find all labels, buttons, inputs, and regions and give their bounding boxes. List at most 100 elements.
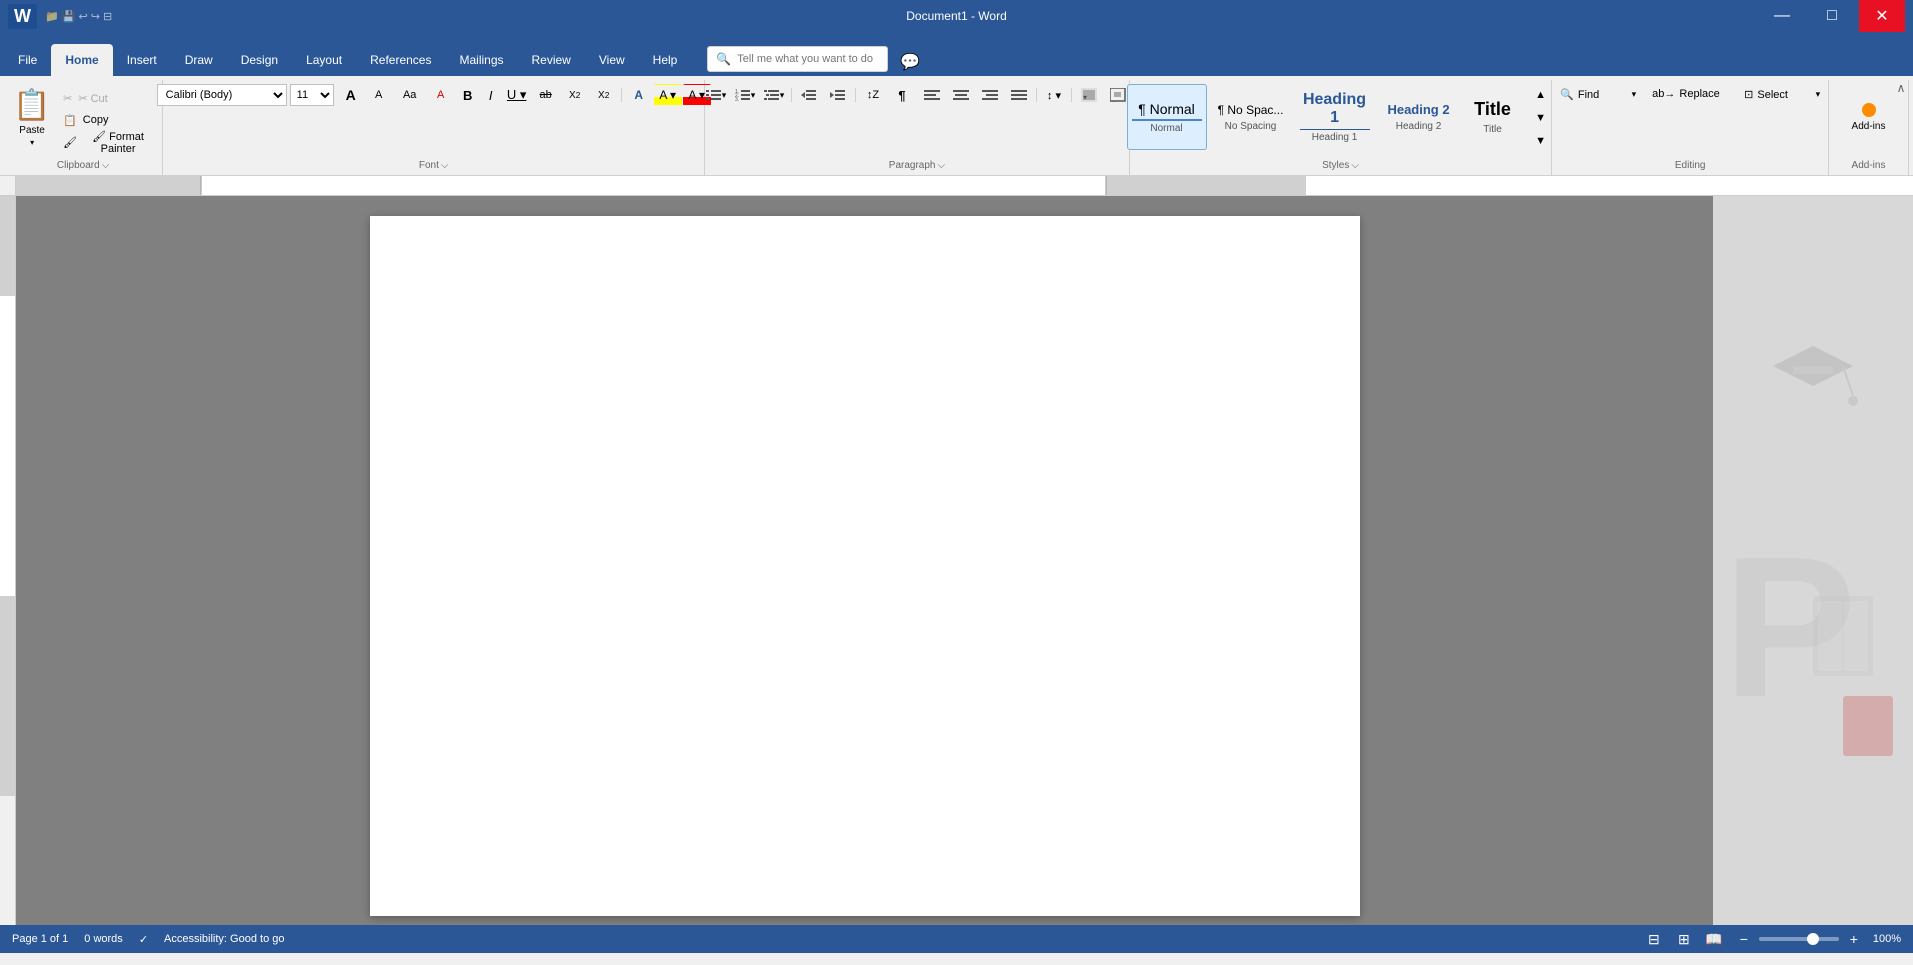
tell-me-box[interactable]: 🔍 (707, 46, 888, 72)
text-effects-button[interactable]: A (625, 84, 653, 106)
para-divider-4 (1071, 88, 1072, 102)
document-content[interactable] (450, 296, 1280, 896)
font-name-select[interactable]: Calibri (Body) (157, 84, 287, 106)
style-no-spacing[interactable]: ¶ No Spac... No Spacing (1211, 84, 1291, 150)
tab-file[interactable]: File (4, 44, 51, 76)
superscript-button[interactable]: X2 (590, 84, 618, 106)
comment-icon-area: 💬 (900, 52, 920, 72)
title-bar-controls: — □ ✕ (1759, 0, 1905, 32)
word-count: 0 words (84, 933, 123, 945)
decrease-indent-button[interactable] (795, 84, 823, 106)
strikethrough-button[interactable]: ab (532, 84, 560, 106)
style-normal[interactable]: ¶ Normal Normal (1127, 84, 1207, 150)
styles-expand-button[interactable]: ▼ (1527, 130, 1555, 152)
ribbon-collapse-button[interactable]: ∧ (1893, 80, 1909, 96)
styles-expand-icon[interactable]: ⌵ (1351, 160, 1359, 171)
font-expand-icon[interactable]: ⌵ (441, 160, 449, 171)
word-logo-icon: W (8, 4, 37, 29)
style-title[interactable]: Title Title (1463, 84, 1523, 150)
tab-layout[interactable]: Layout (292, 44, 356, 76)
spell-check-icon: ✓ (139, 933, 148, 946)
para-row-1: ▾ 1.2.3. ▾ ▾ ↕Z ¶ (702, 84, 916, 106)
font-shrink-button[interactable]: A (365, 84, 393, 106)
sort-button[interactable]: ↕Z (859, 84, 887, 106)
italic-button[interactable]: I (480, 84, 502, 106)
paragraph-expand-icon[interactable]: ⌵ (938, 160, 946, 171)
document-page[interactable] (370, 216, 1360, 916)
font-content: Calibri (Body) 11 A A Aa A B I U ▾ ab X2… (157, 80, 711, 158)
multilevel-list-button[interactable]: ▾ (760, 84, 788, 106)
ribbon-tabs: File Home Insert Draw Design Layout Refe… (0, 32, 1913, 76)
increase-indent-button[interactable] (824, 84, 852, 106)
change-case-button[interactable]: Aa (396, 84, 424, 106)
format-painter-button[interactable]: 🖌 🖌 Format Painter (58, 132, 158, 152)
document-area[interactable] (16, 196, 1713, 925)
zoom-in-button[interactable]: + (1843, 928, 1865, 950)
addins-button[interactable]: Add-ins (1839, 84, 1899, 150)
zoom-out-button[interactable]: − (1733, 928, 1755, 950)
bullets-button[interactable]: ▾ (702, 84, 730, 106)
zoom-slider[interactable] (1759, 937, 1839, 941)
replace-button[interactable]: ab→ Replace (1645, 84, 1735, 104)
numbering-button[interactable]: 1.2.3. ▾ (731, 84, 759, 106)
ruler-area (0, 176, 1913, 196)
style-heading2[interactable]: Heading 2 Heading 2 (1379, 84, 1459, 150)
subscript-button[interactable]: X2 (561, 84, 589, 106)
copy-button[interactable]: 📋 Copy (58, 110, 158, 130)
clear-formatting-button[interactable]: A (427, 84, 455, 106)
font-size-select[interactable]: 11 (290, 84, 334, 106)
title-text: Document1 - Word (906, 9, 1006, 23)
styles-scroll-up-button[interactable]: ▲ (1527, 84, 1555, 106)
underline-button[interactable]: U ▾ (503, 84, 531, 106)
tab-insert[interactable]: Insert (113, 44, 171, 76)
font-size-buttons: A A (337, 84, 393, 106)
title-bar: W 📁 💾 ↩ ↪ ⊟ Document1 - Word — □ ✕ (0, 0, 1913, 32)
tell-me-input[interactable] (737, 53, 879, 65)
find-button[interactable]: 🔍 Find ▾ (1553, 84, 1643, 105)
web-layout-view-button[interactable]: ⊞ (1673, 928, 1695, 950)
select-button[interactable]: ⊡ Select ▾ (1737, 84, 1827, 105)
minimize-button[interactable]: — (1759, 0, 1805, 32)
paste-button[interactable]: 📋 Paste ▾ (8, 84, 56, 150)
styles-scroll-down-button[interactable]: ▼ (1527, 107, 1555, 129)
tab-review[interactable]: Review (518, 44, 585, 76)
shading-button[interactable]: ▾ (1075, 84, 1103, 106)
para-divider-2 (855, 88, 856, 102)
styles-content: ¶ Normal Normal ¶ No Spac... No Spacing … (1127, 80, 1555, 158)
cut-button[interactable]: ✂ ✂ Cut (58, 88, 158, 108)
highlight-color-button[interactable]: A ▾ (654, 84, 682, 106)
align-center-button[interactable] (947, 84, 975, 106)
maximize-button[interactable]: □ (1809, 0, 1855, 32)
svg-text:▾: ▾ (1112, 99, 1116, 102)
tab-design[interactable]: Design (227, 44, 292, 76)
style-heading1[interactable]: Heading 1 Heading 1 (1295, 84, 1375, 150)
clipboard-expand-icon[interactable]: ⌵ (102, 160, 110, 171)
font-grow-button[interactable]: A (337, 84, 365, 106)
align-right-button[interactable] (976, 84, 1004, 106)
align-left-button[interactable] (918, 84, 946, 106)
zoom-slider-thumb[interactable] (1807, 933, 1819, 945)
editing-content: 🔍 Find ▾ ab→ Replace ⊡ Select ▾ (1553, 80, 1827, 158)
tell-me-container: 🔍 (707, 46, 888, 72)
tab-mailings[interactable]: Mailings (445, 44, 517, 76)
format-painter-icon: 🖌 (63, 136, 77, 149)
editing-group-label: Editing (1560, 158, 1820, 175)
print-layout-view-button[interactable]: ⊟ (1643, 928, 1665, 950)
tab-draw[interactable]: Draw (171, 44, 227, 76)
clipboard-content: 📋 Paste ▾ ✂ ✂ Cut 📋 Copy 🖌 🖌 Format Pain… (8, 80, 158, 158)
justify-button[interactable] (1005, 84, 1033, 106)
clipboard-group-label: Clipboard ⌵ (12, 158, 154, 175)
style-heading2-preview: Heading 2 (1387, 102, 1449, 117)
tab-home[interactable]: Home (51, 44, 112, 76)
show-hide-button[interactable]: ¶ (888, 84, 916, 106)
bold-button[interactable]: B (457, 84, 479, 106)
tab-view[interactable]: View (585, 44, 639, 76)
zoom-level: 100% (1873, 933, 1901, 945)
line-spacing-button[interactable]: ↕ ▾ (1040, 84, 1068, 106)
comment-icon[interactable]: 💬 (900, 52, 920, 72)
tab-references[interactable]: References (356, 44, 445, 76)
tab-help[interactable]: Help (639, 44, 692, 76)
read-mode-button[interactable]: 📖 (1703, 928, 1725, 950)
close-button[interactable]: ✕ (1859, 0, 1905, 32)
spell-check-status: Accessibility: Good to go (164, 933, 284, 945)
